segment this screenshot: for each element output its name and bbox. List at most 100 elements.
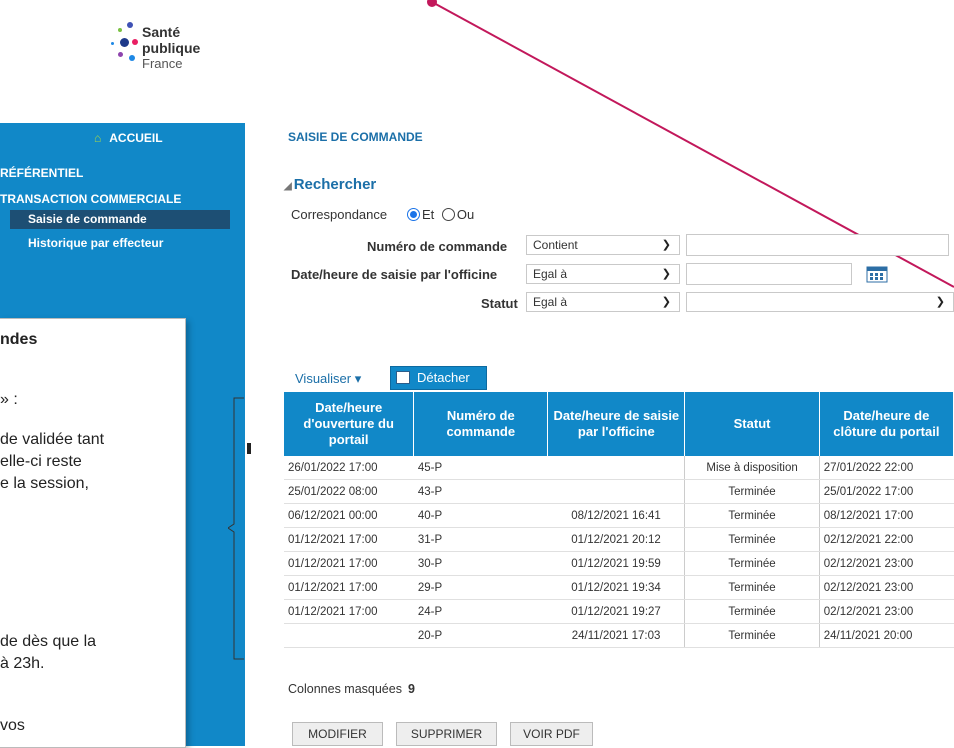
detacher-label: Détacher	[417, 370, 470, 385]
chevron-down-icon: ❯	[661, 239, 671, 251]
table-cell: 06/12/2021 00:00	[284, 503, 414, 528]
table-cell: Terminée	[684, 599, 820, 624]
table-cell: Terminée	[684, 479, 820, 504]
radio-et-icon[interactable]	[407, 208, 420, 221]
table-cell: 01/12/2021 17:00	[284, 551, 414, 576]
table-cell: Terminée	[684, 551, 820, 576]
table-cell: 27/01/2022 22:00	[819, 456, 954, 480]
page-title: SAISIE DE COMMANDE	[288, 130, 423, 144]
sante-publique-logo: Santé publique France	[110, 22, 220, 92]
radio-ou[interactable]: Ou	[441, 207, 475, 222]
home-icon: ⌂	[94, 131, 102, 145]
table-row[interactable]: 25/01/2022 08:00 43-P Terminée 25/01/2022 1…	[284, 479, 954, 504]
table-cell: 29-P	[413, 575, 548, 600]
table-row[interactable]: 01/12/2021 17:00 31-P 01/12/2021 20:12 Term…	[284, 527, 954, 552]
sidebar-home-link[interactable]: ⌂ ACCUEIL	[94, 131, 163, 145]
logo-line-1: Santé	[142, 24, 181, 40]
table-cell: 02/12/2021 22:00	[819, 527, 954, 552]
date-saisie-label: Date/heure de saisie par l'officine	[291, 267, 498, 282]
table-row[interactable]: 06/12/2021 00:00 40-P 08/12/2021 16:41 Term…	[284, 503, 954, 528]
overlay-line: e la session,	[0, 475, 89, 492]
col-header-numero[interactable]: Numéro de commande	[413, 392, 549, 456]
date-operator-value: Egal à	[533, 267, 568, 281]
table-cell: 40-P	[413, 503, 548, 528]
detach-icon	[396, 371, 410, 384]
statut-operator-select[interactable]: Egal à ❯	[526, 292, 680, 312]
chevron-down-icon: ❯	[935, 296, 945, 308]
sidebar-section-transaction[interactable]: TRANSACTION COMMERCIALE	[0, 192, 181, 206]
logo-line-2: publique	[142, 40, 201, 56]
table-cell: 02/12/2021 23:00	[819, 551, 954, 576]
table-cell: 24-P	[413, 599, 548, 624]
masked-count: 9	[407, 682, 415, 696]
radio-ou-label: Ou	[456, 207, 475, 222]
search-heading: Rechercher	[293, 176, 377, 193]
sidebar-section-referentiel[interactable]: RÉFÉRENTIEL	[0, 166, 83, 180]
table-cell	[547, 479, 685, 504]
numero-commande-input[interactable]	[686, 234, 949, 256]
correspondance-radio-group: Et Ou	[407, 207, 474, 222]
table-cell: 02/12/2021 23:00	[819, 575, 954, 600]
table-cell: 43-P	[413, 479, 548, 504]
sidebar-home-label: ACCUEIL	[109, 131, 163, 145]
overlay-line: vos	[0, 717, 25, 734]
table-cell: 31-P	[413, 527, 548, 552]
table-cell: 24/11/2021 20:00	[819, 623, 954, 648]
table-cell: 26/01/2022 17:00	[284, 456, 414, 480]
sidebar-item-saisie[interactable]: Saisie de commande	[10, 210, 230, 229]
chevron-down-icon: ❯	[661, 296, 671, 308]
statut-value-select[interactable]: ❯	[686, 292, 954, 312]
collapse-handle[interactable]	[247, 443, 251, 454]
overlay-line: ndes	[0, 331, 38, 348]
sidebar-item-historique[interactable]: Historique par effecteur	[28, 236, 163, 250]
overlay-line: de validée tant	[0, 431, 105, 448]
date-saisie-input[interactable]	[686, 263, 852, 285]
commandes-table: Date/heure d'ouverture du portail Numéro…	[284, 392, 954, 648]
logo-line-3: France	[142, 56, 183, 71]
numero-operator-select[interactable]: Contient ❯	[526, 235, 680, 255]
table-cell: 08/12/2021 17:00	[819, 503, 954, 528]
colonnes-masquees: Colonnes masquées 9	[288, 682, 415, 696]
chevron-down-icon: ❯	[661, 268, 671, 280]
bracket-annotation	[228, 397, 244, 660]
supprimer-button[interactable]: SUPPRIMER	[396, 722, 497, 746]
correspondance-label: Correspondance	[291, 207, 388, 222]
voir-pdf-button[interactable]: VOIR PDF	[510, 722, 593, 746]
detacher-button[interactable]: Détacher	[390, 366, 487, 390]
table-cell: Mise à disposition	[684, 456, 820, 480]
col-header-cloture[interactable]: Date/heure de clôture du portail	[819, 392, 954, 456]
col-header-ouverture[interactable]: Date/heure d'ouverture du portail	[284, 392, 415, 456]
numero-operator-value: Contient	[533, 238, 578, 252]
table-cell: Terminée	[684, 575, 820, 600]
table-row[interactable]: 01/12/2021 17:00 24-P 01/12/2021 19:27 Term…	[284, 599, 954, 624]
modifier-button[interactable]: MODIFIER	[292, 722, 383, 746]
table-cell: 01/12/2021 17:00	[284, 575, 414, 600]
table-row[interactable]: 26/01/2022 17:00 45-P Mise à disposition 27…	[284, 456, 954, 480]
overlay-line: à 23h.	[0, 655, 45, 672]
statut-operator-value: Egal à	[533, 295, 568, 309]
table-cell: 08/12/2021 16:41	[547, 503, 685, 528]
table-cell: Terminée	[684, 527, 820, 552]
col-header-statut[interactable]: Statut	[684, 392, 820, 456]
table-cell	[284, 623, 414, 648]
visualiser-menu[interactable]: Visualiser ▾	[295, 371, 361, 387]
date-operator-select[interactable]: Egal à ❯	[526, 264, 680, 284]
search-section-toggle[interactable]: ◢ Rechercher	[284, 176, 376, 193]
table-cell: Terminée	[684, 503, 820, 528]
col-header-saisie[interactable]: Date/heure de saisie par l'officine	[547, 392, 686, 456]
table-cell: 25/01/2022 17:00	[819, 479, 954, 504]
overlay-line: elle-ci reste	[0, 453, 82, 470]
table-cell: 01/12/2021 17:00	[284, 527, 414, 552]
table-row[interactable]: 20-P 24/11/2021 17:03 Terminée 24/11/2021 2…	[284, 623, 954, 648]
table-cell: 20-P	[413, 623, 548, 648]
overlay-annotation-box: ndes » : de validée tant elle-ci reste e…	[0, 318, 186, 748]
calendar-icon[interactable]	[866, 265, 888, 283]
table-row[interactable]: 01/12/2021 17:00 30-P 01/12/2021 19:59 Term…	[284, 551, 954, 576]
masked-label: Colonnes masquées	[288, 682, 402, 696]
table-cell: 25/01/2022 08:00	[284, 479, 414, 504]
table-row[interactable]: 01/12/2021 17:00 29-P 01/12/2021 19:34 Term…	[284, 575, 954, 600]
numero-commande-label: Numéro de commande	[367, 239, 508, 254]
radio-ou-icon[interactable]	[441, 208, 455, 221]
radio-et[interactable]: Et	[407, 207, 434, 222]
table-cell: 24/11/2021 17:03	[547, 623, 685, 648]
